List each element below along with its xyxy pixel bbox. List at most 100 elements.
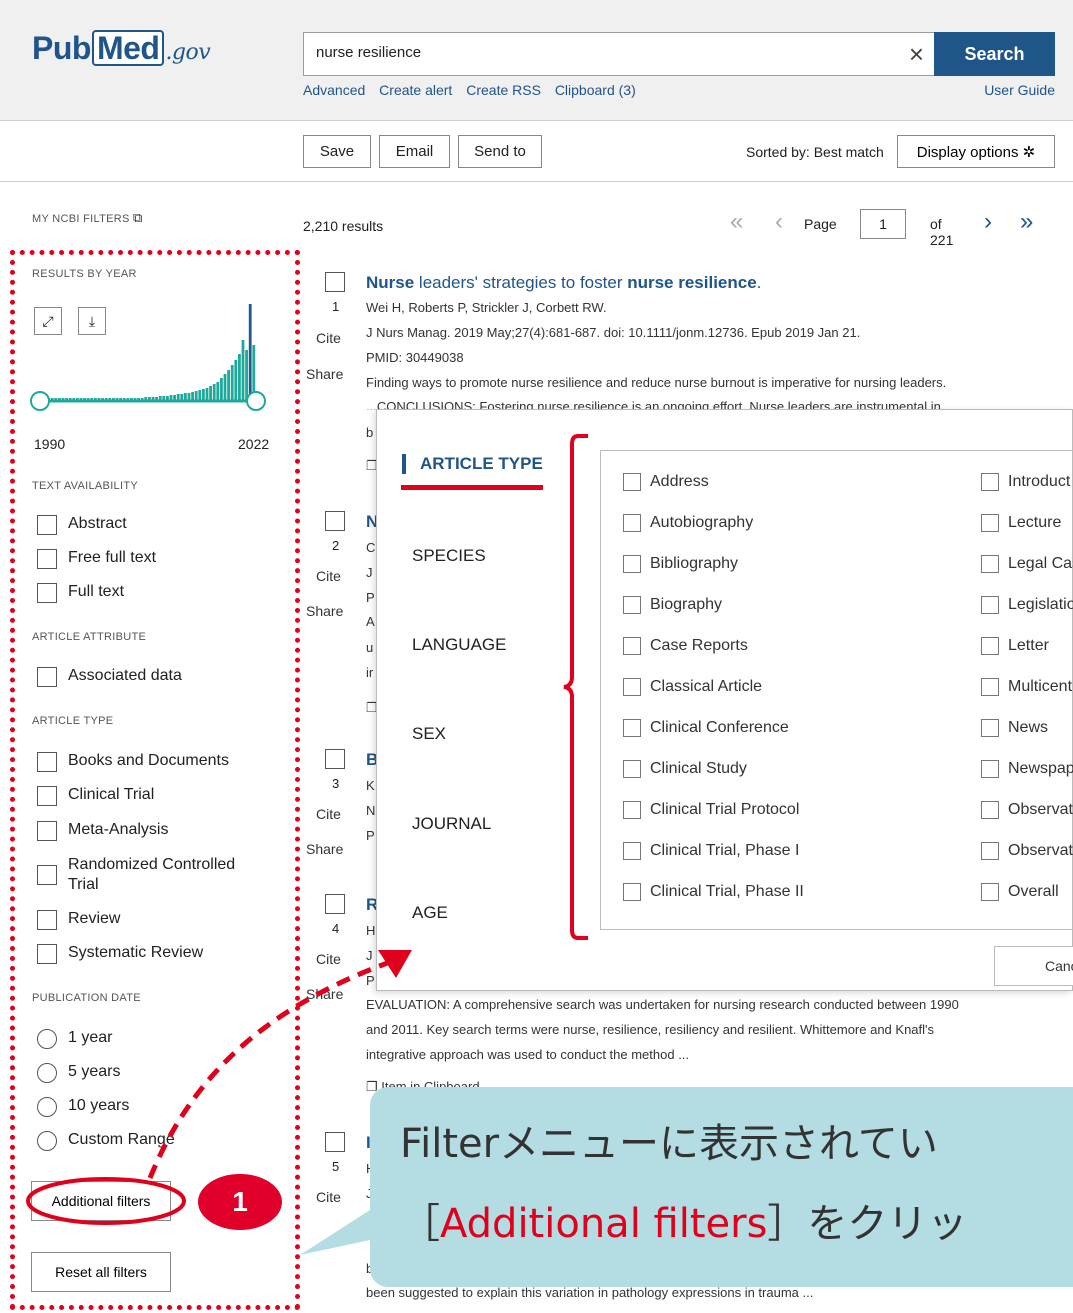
result-checkbox[interactable] <box>325 749 345 769</box>
option-overall[interactable]: Overall <box>981 883 1059 901</box>
option-newspaper[interactable]: Newspap <box>981 760 1073 778</box>
create-rss-link[interactable]: Create RSS <box>466 82 541 98</box>
option-multicenter[interactable]: Multicent <box>981 678 1072 696</box>
option-letter[interactable]: Letter <box>981 637 1049 655</box>
filter-meta-analysis[interactable]: Meta-Analysis <box>37 821 168 841</box>
checkbox[interactable] <box>37 865 57 885</box>
filter-full-text[interactable]: Full text <box>37 583 124 603</box>
option-introduct[interactable]: Introduct <box>981 473 1070 491</box>
checkbox[interactable] <box>623 883 641 901</box>
share-button[interactable]: Share <box>306 841 343 857</box>
tab-age[interactable]: AGE <box>412 903 448 923</box>
checkbox[interactable] <box>981 514 999 532</box>
create-alert-link[interactable]: Create alert <box>379 82 452 98</box>
page-number-input[interactable]: 1 <box>860 209 906 239</box>
option-legal-case[interactable]: Legal Cas <box>981 555 1073 573</box>
checkbox[interactable] <box>981 637 999 655</box>
checkbox[interactable] <box>623 514 641 532</box>
option-clinical-trial-protocol[interactable]: Clinical Trial Protocol <box>623 801 799 819</box>
checkbox[interactable] <box>981 842 999 860</box>
pubmed-logo[interactable]: Pub Med .gov <box>32 30 211 67</box>
cite-button[interactable]: Cite <box>316 330 341 346</box>
previous-page-icon[interactable]: ‹ <box>775 208 783 236</box>
clipboard-link[interactable]: Clipboard (3) <box>555 82 636 98</box>
checkbox[interactable] <box>981 883 999 901</box>
checkbox[interactable] <box>37 821 57 841</box>
first-page-icon[interactable]: « <box>730 208 743 236</box>
checkbox[interactable] <box>623 719 641 737</box>
filter-associated-data[interactable]: Associated data <box>37 667 182 687</box>
checkbox[interactable] <box>981 596 999 614</box>
filter-systematic-review[interactable]: Systematic Review <box>37 944 203 964</box>
option-address[interactable]: Address <box>623 473 709 491</box>
share-button[interactable]: Share <box>306 603 343 619</box>
range-start-handle[interactable] <box>30 391 50 411</box>
tab-journal[interactable]: JOURNAL <box>412 814 491 834</box>
checkbox[interactable] <box>981 760 999 778</box>
checkbox[interactable] <box>623 842 641 860</box>
tab-article-type[interactable]: ARTICLE TYPE <box>402 454 543 474</box>
clear-icon[interactable]: × <box>909 39 924 69</box>
checkbox[interactable] <box>37 944 57 964</box>
checkbox[interactable] <box>623 596 641 614</box>
search-input[interactable] <box>316 44 856 61</box>
save-button[interactable]: Save <box>303 135 371 168</box>
result-checkbox[interactable] <box>325 272 345 292</box>
result-checkbox[interactable] <box>325 511 345 531</box>
option-biography[interactable]: Biography <box>623 596 722 614</box>
filter-randomized-controlled-trial[interactable]: Randomized Controlled Trial <box>37 855 247 895</box>
cite-button[interactable]: Cite <box>316 951 341 967</box>
filter-books-and-documents[interactable]: Books and Documents <box>37 752 229 772</box>
filter-abstract[interactable]: Abstract <box>37 515 127 535</box>
radio-button[interactable] <box>37 1131 57 1151</box>
checkbox[interactable] <box>981 719 999 737</box>
checkbox[interactable] <box>37 549 57 569</box>
tab-species[interactable]: SPECIES <box>412 546 486 566</box>
option-observational-1[interactable]: Observat <box>981 801 1073 819</box>
search-button[interactable]: Search <box>934 32 1055 76</box>
option-lecture[interactable]: Lecture <box>981 514 1061 532</box>
cite-button[interactable]: Cite <box>316 1189 341 1205</box>
year-histogram[interactable] <box>30 298 270 433</box>
result-title[interactable]: Nurse leaders' strategies to foster nurs… <box>366 273 761 293</box>
additional-filters-button[interactable]: Additional filters <box>31 1181 171 1221</box>
checkbox[interactable] <box>981 473 999 491</box>
checkbox[interactable] <box>623 678 641 696</box>
share-button[interactable]: Share <box>306 986 343 1002</box>
result-checkbox[interactable] <box>325 1132 345 1152</box>
share-button[interactable]: Share <box>306 366 343 382</box>
email-button[interactable]: Email <box>379 135 450 168</box>
checkbox[interactable] <box>623 760 641 778</box>
option-case-reports[interactable]: Case Reports <box>623 637 748 655</box>
filter-review[interactable]: Review <box>37 910 120 930</box>
my-ncbi-filters-heading[interactable]: MY NCBI FILTERS ⧉ <box>32 210 143 226</box>
option-observational-2[interactable]: Observat <box>981 842 1073 860</box>
checkbox[interactable] <box>623 473 641 491</box>
filter-custom-range[interactable]: Custom Range <box>37 1131 175 1151</box>
option-clinical-study[interactable]: Clinical Study <box>623 760 747 778</box>
checkbox[interactable] <box>623 637 641 655</box>
tab-language[interactable]: LANGUAGE <box>412 635 506 655</box>
checkbox[interactable] <box>981 678 999 696</box>
user-guide-link[interactable]: User Guide <box>984 82 1055 98</box>
checkbox[interactable] <box>37 786 57 806</box>
filter-clinical-trial[interactable]: Clinical Trial <box>37 786 154 806</box>
checkbox[interactable] <box>981 801 999 819</box>
checkbox[interactable] <box>37 910 57 930</box>
filter-free-full-text[interactable]: Free full text <box>37 549 156 569</box>
cancel-button[interactable]: Cano <box>994 946 1073 986</box>
option-autobiography[interactable]: Autobiography <box>623 514 753 532</box>
option-legislation[interactable]: Legislatio <box>981 596 1073 614</box>
option-news[interactable]: News <box>981 719 1048 737</box>
checkbox[interactable] <box>37 667 57 687</box>
next-page-icon[interactable]: › <box>984 208 992 236</box>
filter-5-years[interactable]: 5 years <box>37 1063 120 1083</box>
checkbox[interactable] <box>37 515 57 535</box>
checkbox[interactable] <box>37 752 57 772</box>
filter-1-year[interactable]: 1 year <box>37 1029 112 1049</box>
filter-10-years[interactable]: 10 years <box>37 1097 129 1117</box>
reset-all-filters-button[interactable]: Reset all filters <box>31 1252 171 1292</box>
checkbox[interactable] <box>37 583 57 603</box>
advanced-link[interactable]: Advanced <box>303 82 365 98</box>
option-classical-article[interactable]: Classical Article <box>623 678 762 696</box>
